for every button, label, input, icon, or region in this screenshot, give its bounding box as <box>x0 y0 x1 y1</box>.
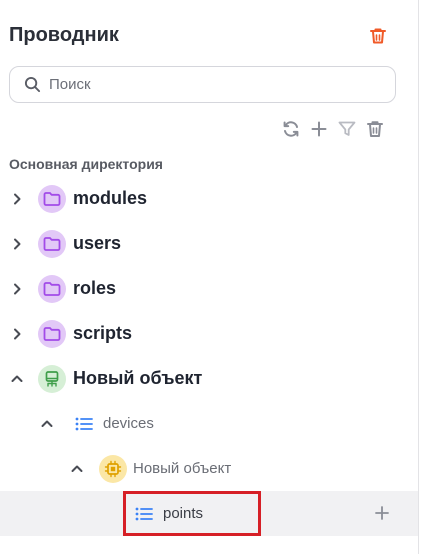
refresh-icon[interactable] <box>281 119 301 139</box>
chevron-down-icon[interactable] <box>70 462 84 476</box>
folder-icon <box>38 319 66 348</box>
chevron-down-icon[interactable] <box>40 417 54 431</box>
search-input[interactable] <box>47 75 371 94</box>
folder-icon <box>38 274 66 303</box>
chip-icon <box>99 454 127 483</box>
tree-item-users[interactable]: users <box>0 221 418 266</box>
tree-item-devices[interactable]: devices <box>0 401 418 446</box>
search-box[interactable] <box>9 66 396 103</box>
tree-item-points[interactable]: points <box>0 491 418 536</box>
tree-item-label: users <box>73 233 122 253</box>
section-label: Основная директория <box>9 156 163 172</box>
tree-item-label: modules <box>73 188 148 208</box>
tree-item-scripts[interactable]: scripts <box>0 311 418 356</box>
list-icon <box>135 507 153 520</box>
tree-item-roles[interactable]: roles <box>0 266 418 311</box>
chevron-down-icon[interactable] <box>10 372 24 386</box>
chevron-right-icon[interactable] <box>10 327 24 341</box>
filter-icon[interactable] <box>337 119 357 139</box>
tree-item-label: Новый объект <box>133 460 232 477</box>
tree-item-modules[interactable]: modules <box>0 176 418 221</box>
tree-item-nested-object[interactable]: Новый объект <box>0 446 418 491</box>
panel-title: Проводник <box>9 24 119 46</box>
list-icon <box>75 417 93 430</box>
tree-item-label: scripts <box>73 323 133 343</box>
tree-item-label: Новый объект <box>73 368 203 388</box>
tree-item-label: points <box>163 505 204 522</box>
explorer-toolbar <box>281 119 385 139</box>
plus-icon[interactable] <box>309 119 329 139</box>
chevron-right-icon[interactable] <box>10 192 24 206</box>
tree-item-label: devices <box>103 415 154 432</box>
trash-icon[interactable] <box>365 119 385 139</box>
device-icon <box>38 364 66 393</box>
tree-item-label: roles <box>73 278 117 298</box>
delete-all-trash-icon[interactable] <box>368 26 388 46</box>
explorer-panel: Проводник Поиск Основная директория modu… <box>0 0 418 554</box>
folder-icon <box>38 229 66 258</box>
tree-item-new-object[interactable]: Новый объект <box>0 356 418 401</box>
folder-icon <box>38 184 66 213</box>
chevron-right-icon[interactable] <box>10 282 24 296</box>
panel-divider <box>418 0 419 554</box>
chevron-right-icon[interactable] <box>10 237 24 251</box>
search-icon <box>24 76 41 93</box>
add-child-plus-icon[interactable] <box>374 505 390 521</box>
